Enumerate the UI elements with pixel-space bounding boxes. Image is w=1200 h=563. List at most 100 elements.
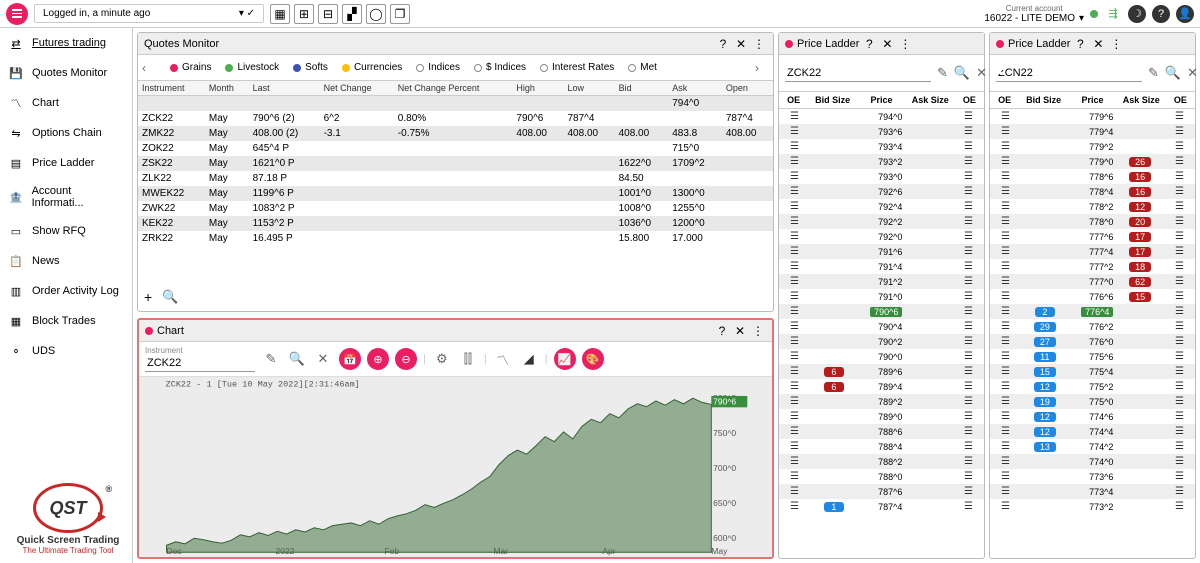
oe-cell[interactable]: ☰ xyxy=(953,246,984,257)
oe-cell[interactable]: ☰ xyxy=(1164,486,1195,497)
ladder-row[interactable]: ☰792^6☰ xyxy=(779,184,984,199)
copy-icon[interactable]: ❐ xyxy=(390,4,410,24)
oe-cell[interactable]: ☰ xyxy=(953,456,984,467)
oe-cell[interactable]: ☰ xyxy=(779,411,810,422)
menu-icon[interactable]: ⋮ xyxy=(750,323,766,339)
close-icon[interactable]: ✕ xyxy=(733,36,749,52)
oe-cell[interactable]: ☰ xyxy=(990,261,1021,272)
oe-cell[interactable]: ☰ xyxy=(1164,111,1195,122)
oe-cell[interactable]: ☰ xyxy=(779,501,810,512)
sidebar-item[interactable]: ⇄Futures trading xyxy=(0,28,132,58)
oe-cell[interactable]: ☰ xyxy=(779,216,810,227)
ladder-row[interactable]: ☰1787^4☰ xyxy=(779,499,984,514)
oe-cell[interactable]: ☰ xyxy=(779,366,810,377)
close-icon[interactable]: ✕ xyxy=(879,36,895,52)
close-icon[interactable]: ✕ xyxy=(1090,36,1106,52)
indicator-button[interactable]: 📈 xyxy=(554,348,576,370)
oe-cell[interactable]: ☰ xyxy=(953,336,984,347)
oe-cell[interactable]: ☰ xyxy=(779,261,810,272)
oe-cell[interactable]: ☰ xyxy=(953,216,984,227)
table-row[interactable]: ZOK22May645^4 P715^0 xyxy=(138,141,773,156)
category-tab[interactable]: Interest Rates xyxy=(540,62,614,73)
oe-cell[interactable]: ☰ xyxy=(1164,456,1195,467)
oe-cell[interactable]: ☰ xyxy=(1164,186,1195,197)
category-tab[interactable]: $ Indices xyxy=(474,62,526,73)
oe-cell[interactable]: ☰ xyxy=(990,336,1021,347)
oe-cell[interactable]: ☰ xyxy=(779,156,810,167)
ladder-row[interactable]: ☰27776^0☰ xyxy=(990,334,1195,349)
column-header[interactable]: Bid xyxy=(615,81,669,96)
oe-cell[interactable]: ☰ xyxy=(953,501,984,512)
search-icon[interactable]: 🔍 xyxy=(954,63,970,83)
help-icon[interactable]: ? xyxy=(714,323,730,339)
category-tab[interactable]: Softs xyxy=(293,62,328,73)
candle-icon[interactable]: ⫿⫿ xyxy=(458,349,478,369)
search-icon[interactable]: 🔍 xyxy=(162,289,178,305)
oe-cell[interactable]: ☰ xyxy=(953,141,984,152)
table-row[interactable]: ZWK22May1083^2 P1008^01255^0 xyxy=(138,201,773,216)
ladder-row[interactable]: ☰773^4☰ xyxy=(990,484,1195,499)
menu-icon[interactable]: ⋮ xyxy=(1108,36,1124,52)
ladder-row[interactable]: ☰778^212☰ xyxy=(990,199,1195,214)
table-row[interactable]: KEK22May1153^2 P1036^01200^0 xyxy=(138,216,773,231)
close-icon[interactable]: ✕ xyxy=(732,323,748,339)
oe-cell[interactable]: ☰ xyxy=(953,486,984,497)
ladder-row[interactable]: ☰779^4☰ xyxy=(990,124,1195,139)
ladder-row[interactable]: ☰779^026☰ xyxy=(990,154,1195,169)
oe-cell[interactable]: ☰ xyxy=(953,156,984,167)
column-header[interactable]: Ask xyxy=(668,81,722,96)
oe-cell[interactable]: ☰ xyxy=(990,141,1021,152)
ladder-row[interactable]: ☰778^020☰ xyxy=(990,214,1195,229)
oe-cell[interactable]: ☰ xyxy=(1164,231,1195,242)
clear-icon[interactable]: ✕ xyxy=(1187,63,1198,83)
ladder-row[interactable]: ☰788^6☰ xyxy=(779,424,984,439)
ladder-row[interactable]: ☰790^6☰ xyxy=(779,304,984,319)
oe-cell[interactable]: ☰ xyxy=(990,381,1021,392)
oe-cell[interactable]: ☰ xyxy=(990,156,1021,167)
oe-cell[interactable]: ☰ xyxy=(1164,411,1195,422)
oe-cell[interactable]: ☰ xyxy=(953,261,984,272)
ladder-row[interactable]: ☰19775^0☰ xyxy=(990,394,1195,409)
oe-cell[interactable]: ☰ xyxy=(953,366,984,377)
login-status-dropdown[interactable]: Logged in, a minute ago ▾ ✓ xyxy=(34,4,264,23)
oe-cell[interactable]: ☰ xyxy=(990,201,1021,212)
oe-cell[interactable]: ☰ xyxy=(990,456,1021,467)
ladder-rows[interactable]: ☰779^6☰☰779^4☰☰779^2☰☰779^026☰☰778^616☰☰… xyxy=(990,109,1195,558)
add-panel-icon[interactable]: ⊞ xyxy=(294,4,314,24)
oe-cell[interactable]: ☰ xyxy=(953,201,984,212)
oe-cell[interactable]: ☰ xyxy=(779,426,810,437)
oe-cell[interactable]: ☰ xyxy=(779,306,810,317)
layout-icon[interactable]: ▦ xyxy=(270,4,290,24)
ladder-row[interactable]: ☰777^417☰ xyxy=(990,244,1195,259)
oe-cell[interactable]: ☰ xyxy=(990,111,1021,122)
category-tab[interactable]: Met xyxy=(628,62,657,73)
oe-cell[interactable]: ☰ xyxy=(953,231,984,242)
oe-cell[interactable]: ☰ xyxy=(953,321,984,332)
table-row[interactable]: ZCK22May790^6 (2)6^20.80%790^6787^4787^4 xyxy=(138,111,773,126)
line-chart-icon[interactable]: 〽 xyxy=(493,349,513,369)
user-icon[interactable]: 👤 xyxy=(1176,5,1194,23)
oe-cell[interactable]: ☰ xyxy=(779,471,810,482)
category-tab[interactable]: Currencies xyxy=(342,62,402,73)
ladder-row[interactable]: ☰793^2☰ xyxy=(779,154,984,169)
oe-cell[interactable]: ☰ xyxy=(953,396,984,407)
sidebar-item[interactable]: ▭Show RFQ xyxy=(0,216,132,246)
oe-cell[interactable]: ☰ xyxy=(1164,171,1195,182)
oe-cell[interactable]: ☰ xyxy=(1164,216,1195,227)
account-selector[interactable]: Current account 16022 - LITE DEMO▾ xyxy=(984,4,1084,24)
chart-instrument-input[interactable] xyxy=(145,355,255,372)
oe-cell[interactable]: ☰ xyxy=(953,291,984,302)
oe-cell[interactable]: ☰ xyxy=(990,276,1021,287)
ladder-row[interactable]: ☰794^0☰ xyxy=(779,109,984,124)
oe-cell[interactable]: ☰ xyxy=(1164,246,1195,257)
oe-cell[interactable]: ☰ xyxy=(779,246,810,257)
oe-cell[interactable]: ☰ xyxy=(1164,126,1195,137)
clear-icon[interactable]: ✕ xyxy=(313,349,333,369)
ladder-row[interactable]: ☰791^4☰ xyxy=(779,259,984,274)
ladder-row[interactable]: ☰773^2☰ xyxy=(990,499,1195,514)
ladder-row[interactable]: ☰778^616☰ xyxy=(990,169,1195,184)
oe-cell[interactable]: ☰ xyxy=(1164,396,1195,407)
add-icon[interactable]: + xyxy=(144,289,152,305)
grid-icon[interactable]: ▞ xyxy=(342,4,362,24)
oe-cell[interactable]: ☰ xyxy=(953,471,984,482)
